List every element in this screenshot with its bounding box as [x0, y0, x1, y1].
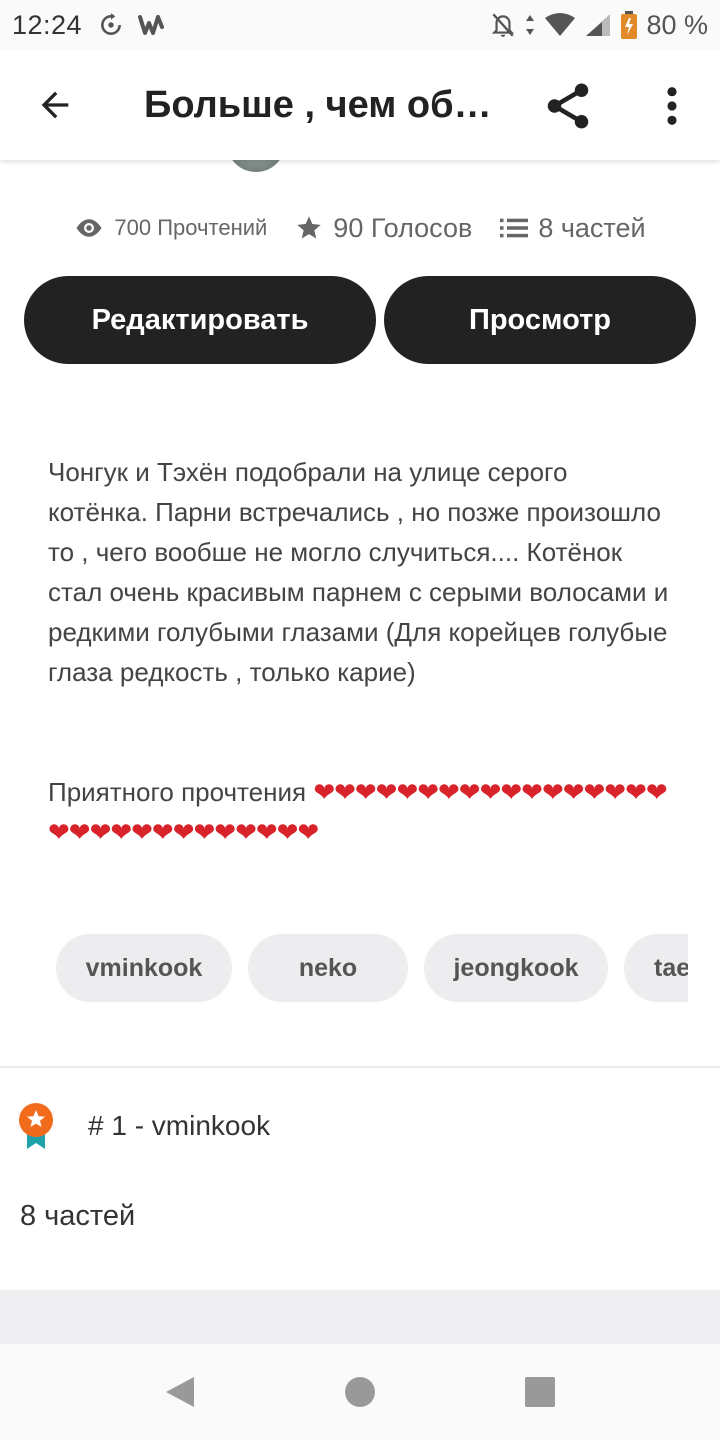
battery-icon — [621, 11, 638, 39]
more-vert-icon — [667, 87, 677, 125]
system-nav-bar — [0, 1344, 720, 1440]
battery-level: 80 % — [646, 9, 708, 40]
tag-chip[interactable]: taekook — [624, 934, 688, 1002]
action-buttons: Редактировать Просмотр — [24, 276, 696, 364]
story-stats: 700 Прочтений 90 Голосов 8 частей — [0, 205, 720, 251]
award-badge-icon — [19, 1103, 53, 1149]
edit-button[interactable]: Редактировать — [24, 276, 376, 364]
tag-chip[interactable]: vminkook — [56, 934, 232, 1002]
sync-icon — [101, 13, 122, 35]
signal-icon — [586, 14, 611, 36]
star-icon — [297, 216, 321, 239]
parts-stat-count: 8 частей — [538, 212, 646, 243]
nav-home-button[interactable] — [342, 1374, 378, 1410]
status-left-icons — [98, 12, 168, 38]
triangle-back-icon — [166, 1377, 194, 1407]
reads-stat: 700 Прочтений — [74, 215, 267, 241]
votes-count: 90 Голосов — [333, 212, 473, 243]
share-button[interactable] — [536, 74, 600, 138]
status-time: 12:24 — [12, 9, 83, 40]
eye-icon — [76, 219, 102, 237]
parts-count[interactable]: 8 частей — [20, 1200, 135, 1233]
notifications-off-icon — [492, 13, 515, 37]
divider — [0, 1066, 720, 1068]
reads-count: 700 Прочтений — [114, 215, 268, 240]
tag-list: vminkook neko jeongkook taekook — [56, 934, 688, 1002]
status-bar: 12:24 80 % — [0, 0, 720, 50]
votes-stat: 90 Голосов — [295, 213, 472, 244]
wattpad-icon — [138, 15, 165, 35]
parts-stat: 8 частей — [500, 212, 646, 244]
arrow-back-icon — [41, 91, 69, 119]
tag-chip[interactable]: jeongkook — [424, 934, 608, 1002]
app-bar: Больше , чем обычный кот — [0, 50, 720, 160]
nav-recent-button[interactable] — [522, 1374, 558, 1410]
square-recent-icon — [525, 1377, 555, 1407]
circle-home-icon — [345, 1377, 375, 1407]
tag-chip[interactable]: neko — [248, 934, 408, 1002]
list-icon — [500, 218, 529, 238]
section-separator — [0, 1290, 720, 1344]
more-options-button[interactable] — [640, 74, 704, 138]
data-arrows-icon — [526, 15, 535, 35]
nav-back-button[interactable] — [162, 1374, 198, 1410]
ranking-text: # 1 - vminkook — [88, 1110, 271, 1141]
share-icon — [547, 83, 589, 129]
preview-button[interactable]: Просмотр — [384, 276, 696, 364]
wifi-icon — [545, 13, 576, 36]
status-right: 80 % — [490, 10, 708, 41]
story-title: Больше , чем обычный кот — [144, 83, 504, 126]
story-description: Чонгук и Тэхён подобрали на улице серого… — [48, 457, 669, 687]
back-button[interactable] — [0, 50, 110, 160]
greeting-text: Приятного прочтения — [48, 777, 314, 807]
greeting-line: Приятного прочтения ❤❤❤❤❤❤❤❤❤❤❤❤❤❤❤❤❤❤❤❤… — [48, 772, 673, 852]
ranking-row[interactable]: # 1 - vminkook — [16, 1096, 706, 1156]
